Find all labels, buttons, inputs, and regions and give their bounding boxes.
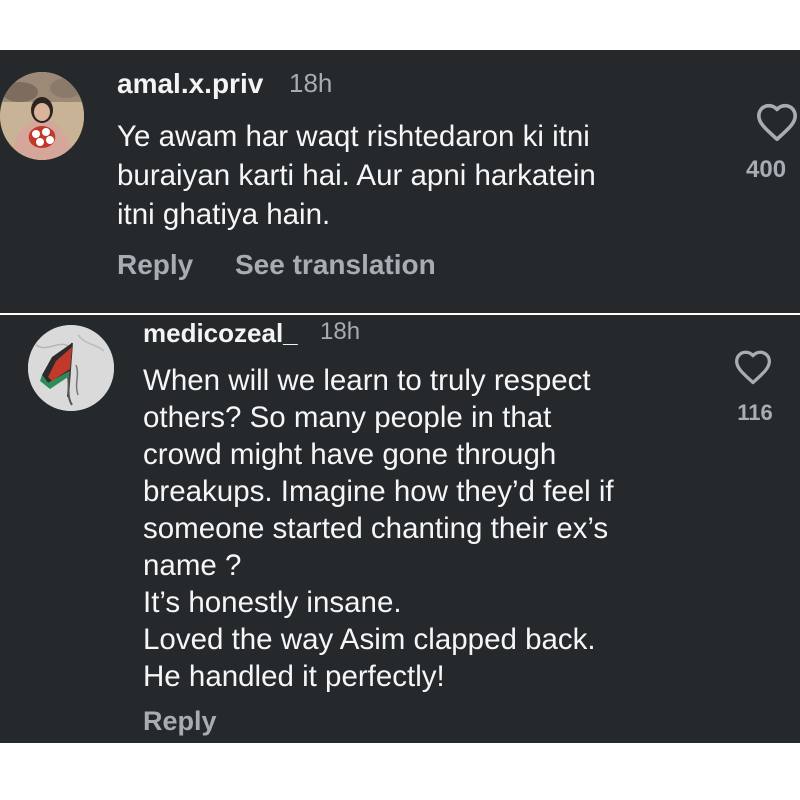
palestine-flag-avatar-icon — [28, 325, 114, 411]
avatar[interactable] — [0, 72, 84, 160]
avatar[interactable] — [28, 325, 114, 411]
heart-outline-icon[interactable] — [733, 349, 773, 385]
user-avatar-photo-icon — [0, 72, 84, 160]
like-count: 400 — [746, 156, 787, 183]
like-count: 116 — [737, 400, 773, 425]
see-translation-button[interactable]: See translation — [235, 249, 436, 281]
reply-button[interactable]: Reply — [143, 706, 217, 737]
comment-text: Ye awam har waqt rishtedaron ki itni bur… — [117, 120, 596, 231]
comment-item: medicozeal_ 18h When will we learn to tr… — [0, 315, 800, 743]
heart-outline-icon[interactable] — [755, 102, 799, 142]
comment-text: When will we learn to truly respect othe… — [143, 364, 614, 693]
comment-username[interactable]: amal.x.priv — [117, 68, 263, 100]
reply-button[interactable]: Reply — [117, 249, 193, 281]
comment-timestamp: 18h — [289, 68, 333, 98]
comment-timestamp: 18h — [320, 318, 361, 345]
screenshot-canvas: amal.x.priv 18h Ye awam har waqt rishted… — [0, 0, 800, 800]
comment-username[interactable]: medicozeal_ — [143, 318, 298, 349]
comment-item: amal.x.priv 18h Ye awam har waqt rishted… — [0, 50, 800, 313]
